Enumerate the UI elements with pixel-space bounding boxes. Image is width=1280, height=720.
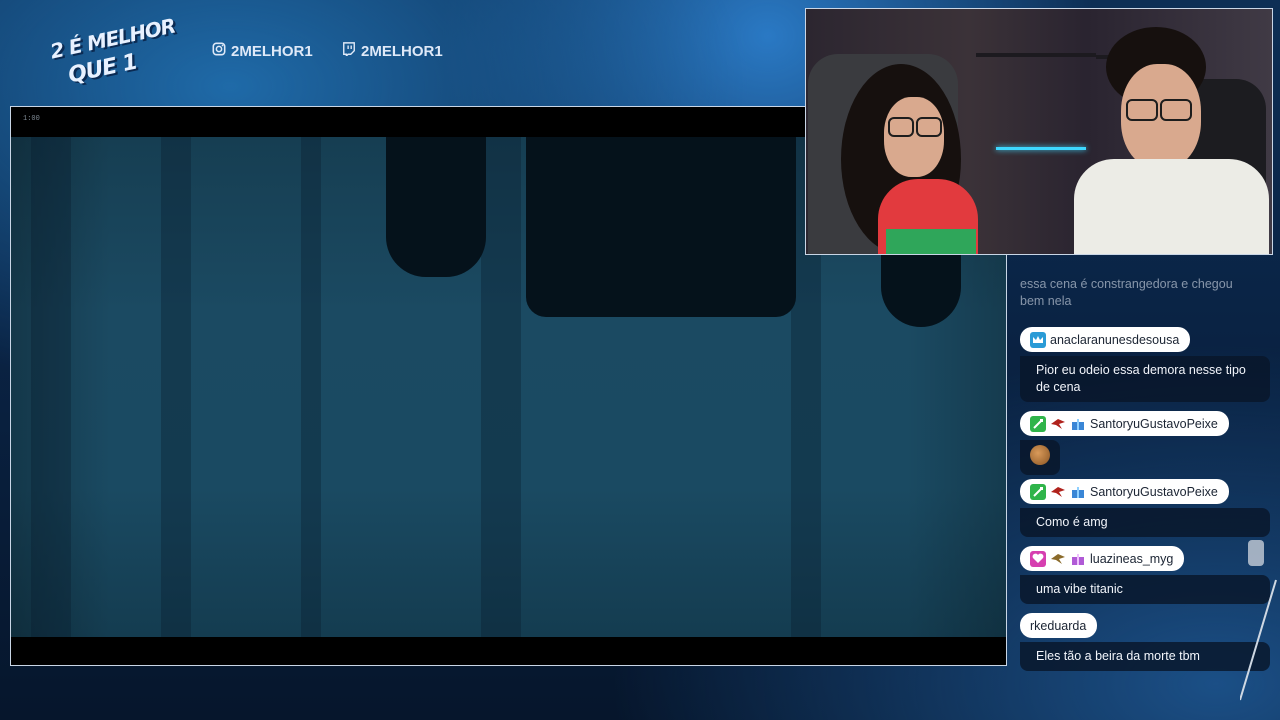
bird-badge-icon (1050, 416, 1066, 432)
chat-username-pill[interactable]: anaclaranunesdesousa (1020, 327, 1191, 352)
bird-badge-icon (1050, 484, 1066, 500)
instagram-handle-text: 2MELHOR1 (231, 42, 313, 60)
chat-username: anaclaranunesdesousa (1050, 332, 1180, 347)
video-timestamp: 1:00 (23, 115, 40, 123)
chat-username-pill[interactable]: SantoryuGustavoPeixe (1020, 411, 1229, 436)
chat-username: SantoryuGustavoPeixe (1090, 484, 1218, 499)
bird-badge-icon (1050, 551, 1066, 567)
heart-badge-icon (1030, 550, 1046, 567)
webcam-feed (805, 8, 1273, 255)
chat-username-pill[interactable]: luazineas_myg (1020, 546, 1185, 571)
chat-message-text: Pior eu odeio essa demora nesse tipo de … (1020, 356, 1270, 402)
chat-username-pill[interactable]: rkeduarda (1020, 613, 1098, 638)
gift-badge-icon (1070, 416, 1086, 432)
gift-badge-icon (1070, 551, 1086, 567)
chat-username: luazineas_myg (1090, 551, 1174, 566)
emote-icon (1030, 445, 1050, 465)
chat-username: rkeduarda (1030, 618, 1087, 633)
chat-message-text: uma vibe titanic (1020, 575, 1270, 604)
crown-badge-icon (1030, 331, 1046, 348)
chat-message-emote (1020, 440, 1060, 475)
chat-message: rkeduarda Eles tão a beira da morte tbm (1020, 613, 1270, 671)
chat-message-text: Eles tão a beira da morte tbm (1020, 642, 1270, 671)
sword-badge-icon (1030, 483, 1046, 500)
chat-message: SantoryuGustavoPeixe Como é amg (1020, 479, 1270, 537)
chat-username-pill[interactable]: SantoryuGustavoPeixe (1020, 479, 1229, 504)
gift-badge-icon (1070, 484, 1086, 500)
instagram-handle: 2MELHOR1 (212, 42, 313, 60)
chat-faded-message: essa cena é constrangedora e chegou bem … (1020, 277, 1233, 308)
twitch-handle: 2MELHOR1 (342, 42, 443, 60)
chat-username: SantoryuGustavoPeixe (1090, 416, 1218, 431)
stream-logo: 2 É MELHOR QUE 1 (44, 14, 180, 89)
sword-badge-icon (1030, 415, 1046, 432)
chat-message: SantoryuGustavoPeixe (1020, 411, 1270, 475)
instagram-icon (212, 42, 226, 60)
chat-message: luazineas_myg uma vibe titanic (1020, 546, 1270, 604)
twitch-handle-text: 2MELHOR1 (361, 42, 443, 60)
chat-message: anaclaranunesdesousa Pior eu odeio essa … (1020, 327, 1270, 402)
decorative-graphic (1239, 520, 1280, 720)
chat-message-text: Como é amg (1020, 508, 1270, 537)
twitch-icon (342, 42, 356, 60)
